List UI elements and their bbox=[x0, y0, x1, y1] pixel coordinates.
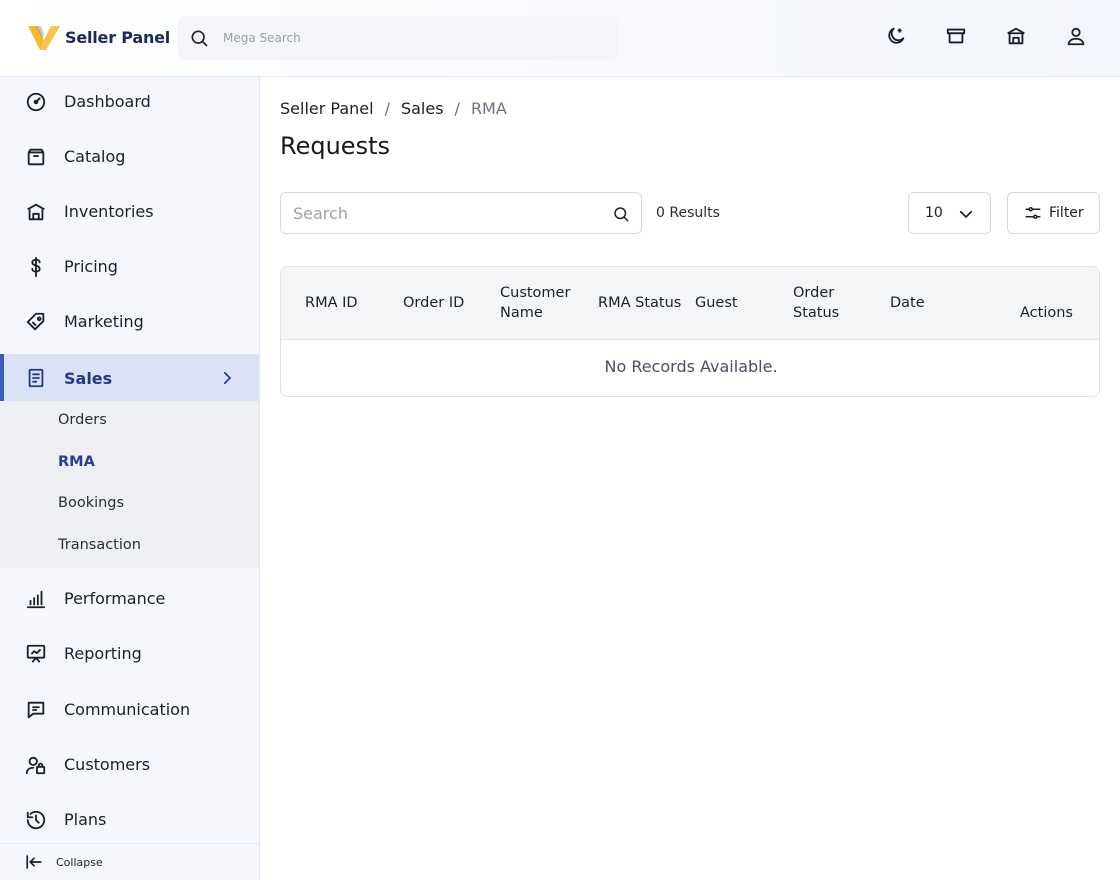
history-icon bbox=[24, 808, 48, 832]
sidebar-item-performance[interactable]: Performance bbox=[0, 576, 259, 620]
filter-label: Filter bbox=[1049, 205, 1084, 221]
presentation-icon bbox=[24, 642, 48, 666]
user-icon bbox=[1065, 25, 1087, 51]
results-count: 0 Results bbox=[656, 205, 720, 221]
dashboard-icon bbox=[24, 90, 48, 114]
sidebar-item-label: Performance bbox=[64, 588, 166, 608]
sidebar: Dashboard Catalog Inventories Pricing Ma… bbox=[0, 77, 260, 880]
dark-mode-button[interactable] bbox=[884, 26, 908, 50]
catalog-icon bbox=[24, 145, 48, 169]
breadcrumb-rma: RMA bbox=[470, 99, 507, 118]
dollar-icon bbox=[24, 255, 48, 279]
chevron-right-icon bbox=[217, 368, 237, 388]
sidebar-item-label: Dashboard bbox=[64, 91, 151, 111]
receipt-icon bbox=[24, 366, 48, 390]
sidebar-item-customers[interactable]: Customers bbox=[0, 742, 259, 786]
sidebar-item-label: Plans bbox=[64, 809, 107, 829]
sidebar-item-label: Inventories bbox=[64, 201, 154, 221]
requests-table: RMA ID Order ID Customer Name RMA Status … bbox=[280, 266, 1100, 397]
column-header-date[interactable]: Date bbox=[890, 293, 925, 313]
breadcrumb: Seller Panel / Sales / RMA bbox=[280, 99, 507, 118]
sidebar-item-label: Pricing bbox=[64, 256, 118, 276]
requests-search-box[interactable] bbox=[280, 192, 642, 234]
brand-logo[interactable]: Seller Panel bbox=[28, 22, 170, 52]
brand-name: Seller Panel bbox=[65, 27, 171, 47]
filter-button[interactable]: Filter bbox=[1007, 192, 1100, 234]
collapse-arrow-icon bbox=[24, 852, 44, 872]
sidebar-item-sales[interactable]: Sales bbox=[0, 354, 259, 402]
breadcrumb-separator: / bbox=[454, 99, 460, 118]
sidebar-item-label: Catalog bbox=[64, 146, 126, 166]
store-icon bbox=[945, 25, 967, 51]
mega-search-bar[interactable] bbox=[178, 16, 618, 60]
filter-sliders-icon bbox=[1024, 204, 1042, 222]
chevron-down-icon bbox=[956, 204, 976, 224]
profile-button[interactable] bbox=[1064, 26, 1088, 50]
per-page-value: 10 bbox=[925, 205, 943, 221]
sidebar-item-inventories[interactable]: Inventories bbox=[0, 189, 259, 233]
sidebar-item-label: Communication bbox=[64, 699, 191, 719]
top-header: Seller Panel bbox=[0, 0, 1120, 77]
submenu-item-orders[interactable]: Orders bbox=[58, 412, 107, 428]
sidebar-item-marketing[interactable]: Marketing bbox=[0, 299, 259, 343]
building-icon bbox=[1005, 25, 1027, 51]
sidebar-item-reporting[interactable]: Reporting bbox=[0, 631, 259, 675]
store-button[interactable] bbox=[944, 26, 968, 50]
warehouse-button[interactable] bbox=[1004, 26, 1028, 50]
submenu-item-bookings[interactable]: Bookings bbox=[58, 495, 124, 511]
sidebar-item-catalog[interactable]: Catalog bbox=[0, 134, 259, 178]
sidebar-item-communication[interactable]: Communication bbox=[0, 687, 259, 731]
sidebar-item-label: Customers bbox=[64, 754, 151, 774]
chat-icon bbox=[24, 698, 48, 722]
sidebar-item-dashboard[interactable]: Dashboard bbox=[0, 79, 259, 123]
sidebar-item-pricing[interactable]: Pricing bbox=[0, 244, 259, 288]
column-header-rma-status[interactable]: RMA Status bbox=[598, 293, 681, 313]
search-icon[interactable] bbox=[611, 204, 631, 224]
breadcrumb-seller-panel[interactable]: Seller Panel bbox=[280, 99, 374, 118]
page-title: Requests bbox=[280, 132, 390, 160]
search-icon bbox=[188, 27, 210, 49]
column-header-rma-id[interactable]: RMA ID bbox=[305, 293, 358, 313]
tag-icon bbox=[24, 310, 48, 334]
collapse-sidebar-button[interactable]: Collapse bbox=[0, 843, 259, 880]
requests-search-input[interactable] bbox=[293, 203, 598, 223]
submenu-item-rma[interactable]: RMA bbox=[58, 454, 95, 470]
logo-v-icon bbox=[28, 26, 60, 50]
customers-icon bbox=[24, 753, 48, 777]
sidebar-item-label: Reporting bbox=[64, 643, 142, 663]
per-page-select[interactable]: 10 bbox=[908, 192, 991, 234]
breadcrumb-sales[interactable]: Sales bbox=[401, 99, 444, 118]
column-header-order-id[interactable]: Order ID bbox=[403, 293, 464, 313]
bar-chart-icon bbox=[24, 587, 48, 611]
empty-state-message: No Records Available. bbox=[604, 357, 778, 376]
submenu-item-transaction[interactable]: Transaction bbox=[58, 537, 141, 553]
sidebar-item-plans[interactable]: Plans bbox=[0, 797, 259, 841]
sidebar-item-label: Sales bbox=[64, 368, 113, 388]
table-header: RMA ID Order ID Customer Name RMA Status … bbox=[281, 267, 1099, 340]
breadcrumb-separator: / bbox=[384, 99, 390, 118]
column-header-guest[interactable]: Guest bbox=[695, 293, 738, 313]
collapse-label: Collapse bbox=[56, 855, 103, 869]
column-header-customer-name[interactable]: Customer Name bbox=[500, 283, 570, 323]
column-header-actions: Actions bbox=[1020, 305, 1073, 321]
sales-submenu: Orders RMA Bookings Transaction bbox=[0, 401, 259, 568]
main-content: Seller Panel / Sales / RMA Requests 0 Re… bbox=[260, 77, 1120, 880]
moon-icon bbox=[885, 25, 907, 51]
column-header-order-status[interactable]: Order Status bbox=[793, 283, 839, 323]
mega-search-input[interactable] bbox=[223, 31, 603, 45]
sidebar-item-label: Marketing bbox=[64, 311, 144, 331]
inventories-icon bbox=[24, 200, 48, 224]
